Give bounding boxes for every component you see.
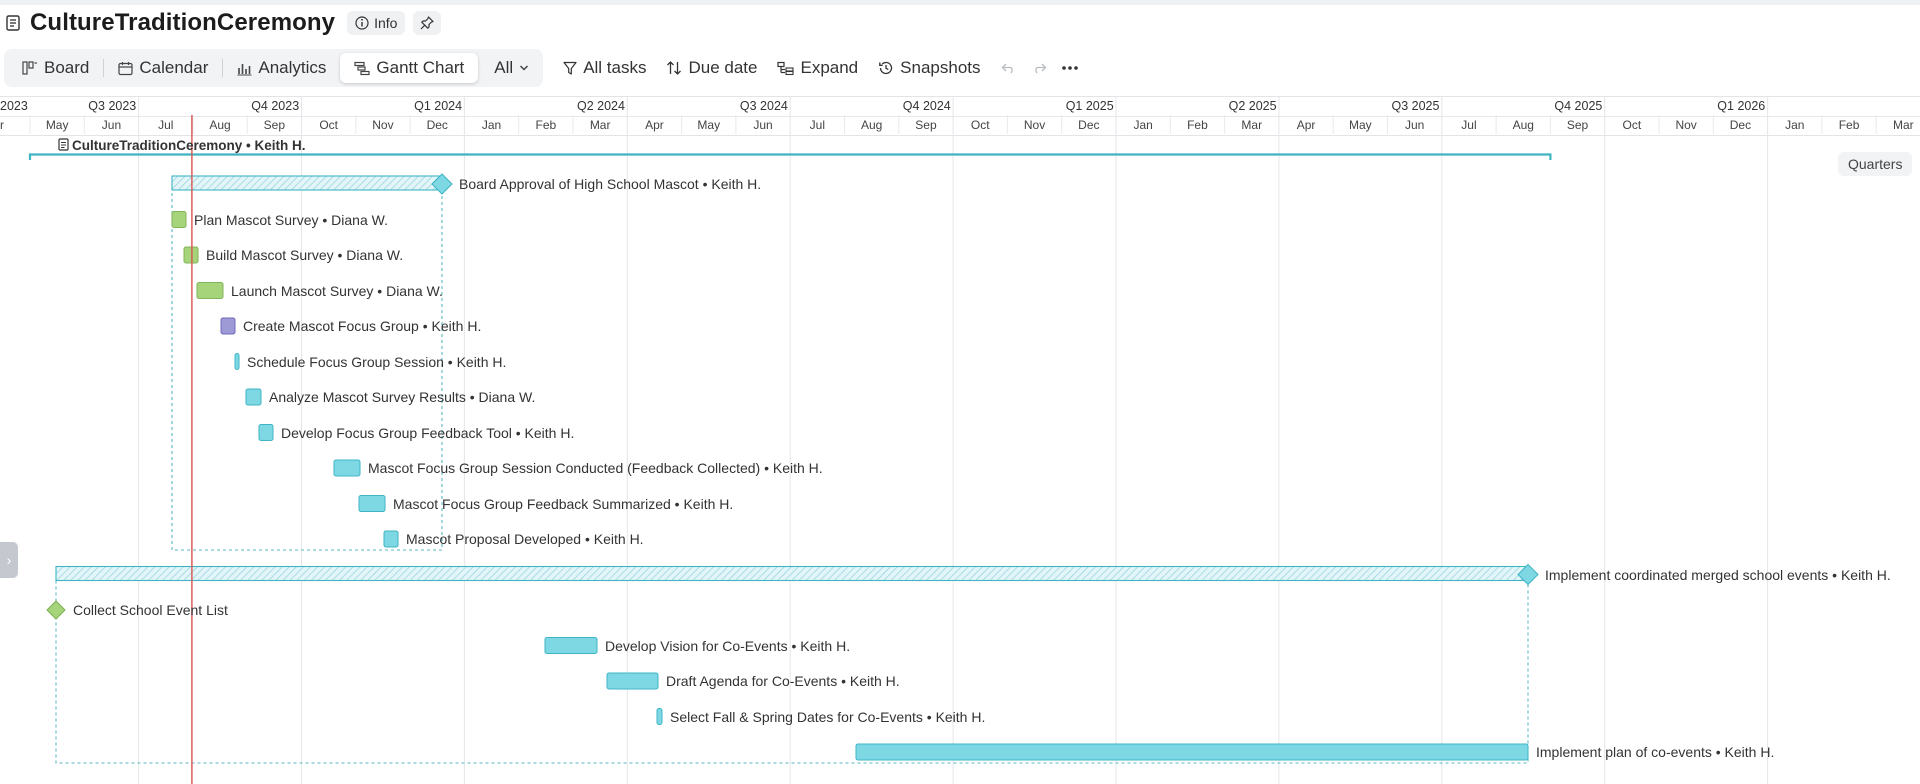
sidebar-expand-handle[interactable]: › — [0, 542, 18, 578]
task-label[interactable]: Mascot Proposal Developed • Keith H. — [406, 531, 644, 547]
task-label[interactable]: Build Mascot Survey • Diana W. — [206, 247, 403, 263]
task-bar[interactable] — [245, 388, 262, 406]
task-label[interactable]: Implement coordinated merged school even… — [1545, 567, 1891, 583]
task-bar[interactable] — [234, 353, 240, 370]
task-label[interactable]: Select Fall & Spring Dates for Co-Events… — [670, 709, 985, 725]
task-label[interactable]: Draft Agenda for Co-Events • Keith H. — [666, 673, 900, 689]
task-label[interactable]: Analyze Mascot Survey Results • Diana W. — [269, 389, 535, 405]
task-label[interactable]: Plan Mascot Survey • Diana W. — [194, 212, 388, 228]
task-bar[interactable] — [606, 672, 659, 690]
project-label[interactable]: CultureTraditionCeremony • Keith H. — [58, 138, 306, 154]
task-bar[interactable] — [183, 246, 199, 264]
document-icon — [58, 138, 69, 151]
task-bar[interactable] — [196, 282, 224, 299]
task-bar[interactable] — [358, 495, 386, 512]
task-label[interactable]: Schedule Focus Group Session • Keith H. — [247, 354, 506, 370]
task-bar[interactable] — [855, 743, 1529, 761]
task-label[interactable]: Create Mascot Focus Group • Keith H. — [243, 318, 481, 334]
timescale-dropdown[interactable]: Quarters — [1838, 152, 1913, 176]
task-label[interactable]: Board Approval of High School Mascot • K… — [459, 176, 761, 192]
task-label[interactable]: Collect School Event List — [73, 602, 228, 618]
task-label[interactable]: Develop Vision for Co-Events • Keith H. — [605, 638, 850, 654]
task-bar[interactable] — [220, 317, 236, 335]
task-bar[interactable] — [333, 459, 361, 477]
group-summary-bar[interactable] — [55, 565, 1529, 582]
task-bar[interactable] — [171, 211, 187, 228]
chevron-right-icon: › — [6, 552, 12, 568]
task-label[interactable]: Develop Focus Group Feedback Tool • Keit… — [281, 425, 574, 441]
task-bar[interactable] — [258, 424, 274, 441]
task-label[interactable]: Mascot Focus Group Feedback Summarized •… — [393, 496, 733, 512]
project-label-text: CultureTraditionCeremony • Keith H. — [72, 138, 306, 153]
task-bar[interactable] — [383, 530, 399, 548]
task-label[interactable]: Implement plan of co-events • Keith H. — [1536, 744, 1774, 760]
milestone-diamond[interactable] — [46, 600, 66, 620]
task-bar[interactable] — [544, 637, 598, 654]
timescale-label: Quarters — [1848, 156, 1903, 172]
group-bracket — [55, 579, 1529, 764]
task-label[interactable]: Mascot Focus Group Session Conducted (Fe… — [368, 460, 823, 476]
group-summary-bar[interactable] — [171, 175, 443, 191]
task-bar[interactable] — [656, 708, 663, 725]
task-label[interactable]: Launch Mascot Survey • Diana W. — [231, 283, 443, 299]
